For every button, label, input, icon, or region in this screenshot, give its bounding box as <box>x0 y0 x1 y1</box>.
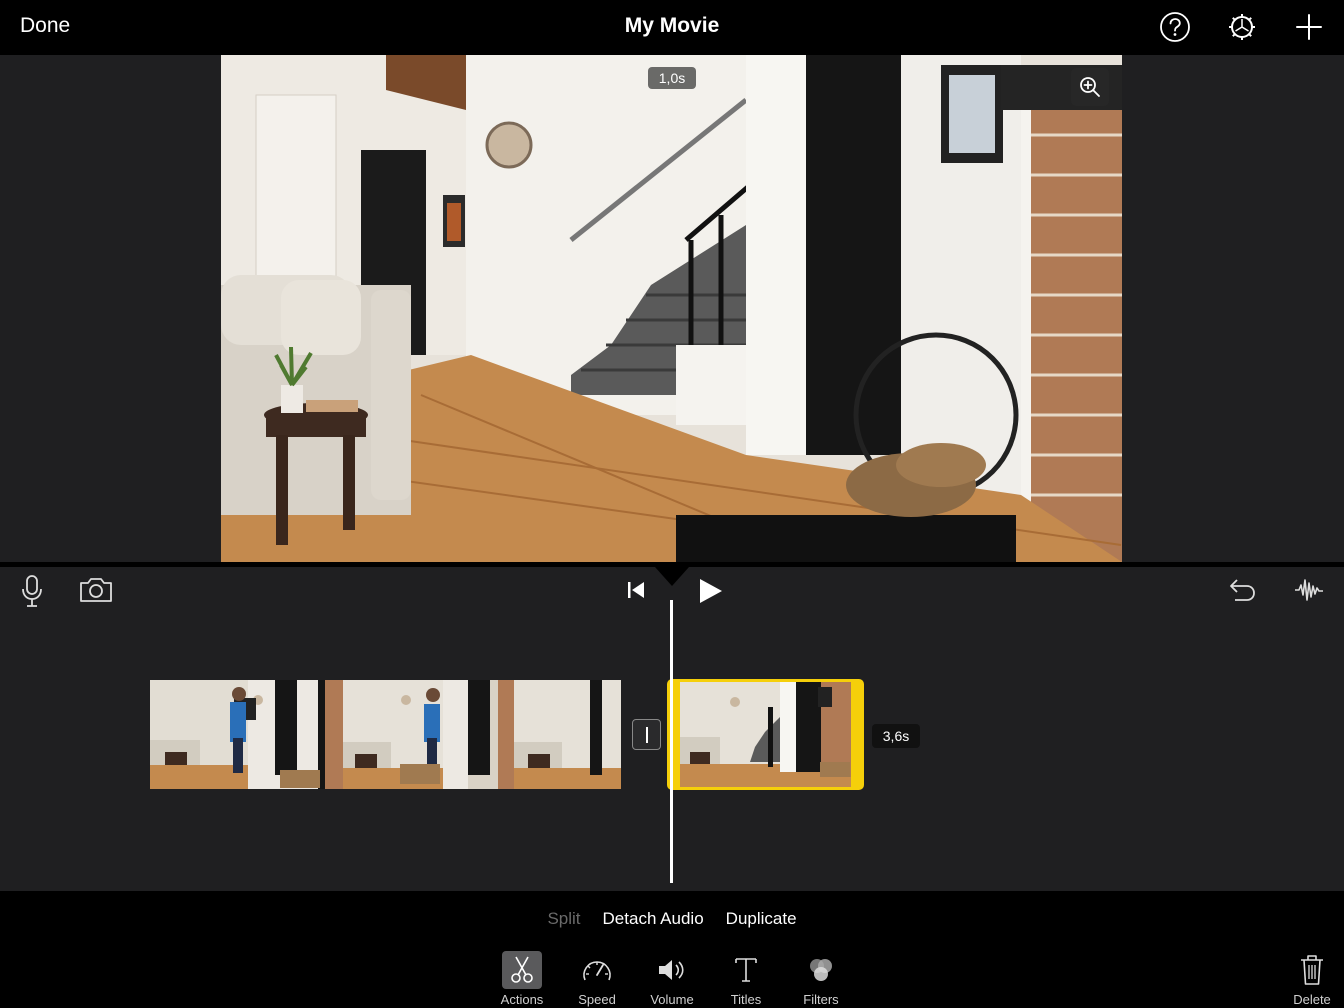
tool-titles[interactable]: Titles <box>711 951 781 1007</box>
transition-button[interactable] <box>632 719 661 750</box>
undo-icon[interactable] <box>1226 575 1258 605</box>
delete-label: Delete <box>1293 992 1331 1007</box>
tool-label: Actions <box>500 992 544 1007</box>
help-icon[interactable] <box>1158 10 1192 44</box>
filters-icon <box>801 951 841 989</box>
tool-label: Filters <box>803 992 839 1007</box>
preview-image <box>221 55 1122 562</box>
detach-audio-action[interactable]: Detach Audio <box>603 909 704 929</box>
video-viewer: 1,0s <box>0 55 1344 562</box>
bottom-panel: Split Detach Audio Duplicate Actions Spe… <box>0 891 1344 1008</box>
tool-label: Speed <box>578 992 616 1007</box>
speaker-icon <box>652 951 692 989</box>
tool-filters[interactable]: Filters <box>786 951 856 1007</box>
camera-icon[interactable] <box>78 575 114 605</box>
clip-thumbnails <box>150 680 621 789</box>
top-bar: Done My Movie <box>0 0 1344 55</box>
microphone-icon[interactable] <box>18 573 46 609</box>
split-action[interactable]: Split <box>547 909 580 929</box>
speedometer-icon <box>577 951 617 989</box>
playhead-marker <box>655 567 689 586</box>
clip-actions-row: Split Detach Audio Duplicate <box>0 909 1344 929</box>
timeline[interactable]: 3,6s <box>0 567 1344 891</box>
timeline-clip[interactable] <box>150 680 621 789</box>
delete-button[interactable]: Delete <box>1286 951 1338 1007</box>
zoom-in-icon[interactable] <box>1071 68 1109 106</box>
transition-icon <box>645 726 648 743</box>
playhead-line[interactable] <box>670 600 673 883</box>
scissors-icon <box>502 951 542 989</box>
trash-icon <box>1292 951 1332 989</box>
text-icon <box>726 951 766 989</box>
preview-frame[interactable] <box>221 55 1122 562</box>
clip-thumbnails <box>680 682 851 787</box>
project-title: My Movie <box>624 14 720 37</box>
tool-actions[interactable]: Actions <box>487 951 557 1007</box>
tool-label: Volume <box>650 992 694 1007</box>
tool-label: Titles <box>730 992 762 1007</box>
tool-speed[interactable]: Speed <box>562 951 632 1007</box>
skip-to-start-icon[interactable] <box>622 577 650 603</box>
tool-volume[interactable]: Volume <box>637 951 707 1007</box>
play-icon[interactable] <box>694 575 726 607</box>
add-icon[interactable] <box>1292 10 1326 44</box>
audio-waveform-icon[interactable] <box>1292 575 1326 605</box>
clip-duration-badge: 3,6s <box>872 724 920 748</box>
selected-timeline-clip[interactable] <box>667 679 864 790</box>
settings-icon[interactable] <box>1225 10 1259 44</box>
playhead-time-badge: 1,0s <box>648 67 696 89</box>
duplicate-action[interactable]: Duplicate <box>726 909 797 929</box>
